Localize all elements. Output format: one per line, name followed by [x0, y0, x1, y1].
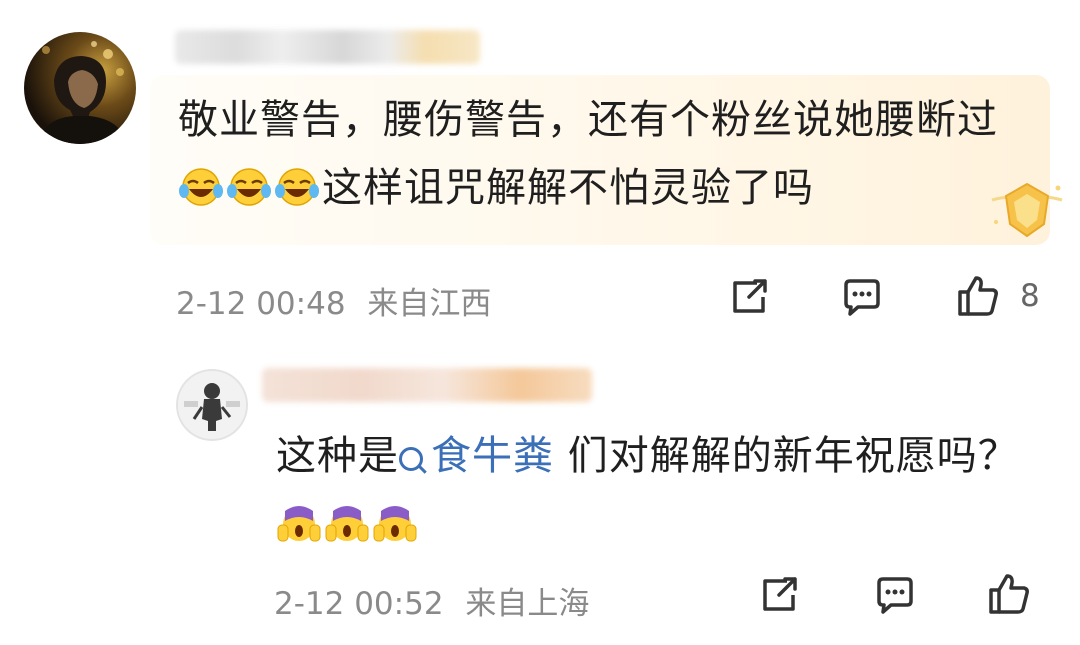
- avatar[interactable]: [176, 369, 248, 441]
- share-icon[interactable]: [727, 275, 771, 319]
- laugh-cry-emoji: [179, 168, 223, 206]
- thumbs-up-icon[interactable]: [956, 274, 1000, 318]
- search-icon: [399, 447, 423, 471]
- username-blurred[interactable]: [262, 368, 592, 402]
- comment-icon[interactable]: [840, 275, 884, 319]
- fearful-face-emoji: [325, 506, 369, 542]
- timestamp: 2-12 00:48: [176, 286, 346, 322]
- username-blurred[interactable]: [175, 30, 480, 64]
- avatar[interactable]: [24, 32, 136, 144]
- comment-text: 这种是 食牛粪 们对解解的新年祝愿吗？: [276, 422, 1046, 558]
- laugh-cry-emoji: [275, 168, 319, 206]
- share-icon[interactable]: [757, 573, 801, 617]
- comment-item: 这种是 食牛粪 们对解解的新年祝愿吗？ 2-12 00:52 来自上海: [0, 340, 1080, 645]
- thumbs-up-icon[interactable]: [987, 572, 1031, 616]
- laugh-cry-emoji: [227, 168, 271, 206]
- comment-text: 敬业警告，腰伤警告，还有个粉丝说她腰断过这样诅咒解解不怕灵验了吗: [178, 97, 998, 211]
- topic-link[interactable]: 食牛粪: [399, 433, 554, 479]
- comment-meta: 2-12 00:48 来自江西: [176, 278, 491, 323]
- fearful-face-emoji: [277, 506, 321, 542]
- comment-item: 敬业警告，腰伤警告，还有个粉丝说她腰断过这样诅咒解解不怕灵验了吗 2-12 00…: [0, 0, 1080, 340]
- like-count: 8: [1020, 278, 1040, 314]
- location: 来自上海: [465, 586, 590, 622]
- location: 来自江西: [367, 286, 492, 322]
- timestamp: 2-12 00:52: [274, 586, 444, 622]
- gold-shield-badge-icon: [991, 182, 1063, 238]
- comment-meta: 2-12 00:52 来自上海: [274, 578, 589, 623]
- fearful-face-emoji: [373, 506, 417, 542]
- comment-icon[interactable]: [873, 573, 917, 617]
